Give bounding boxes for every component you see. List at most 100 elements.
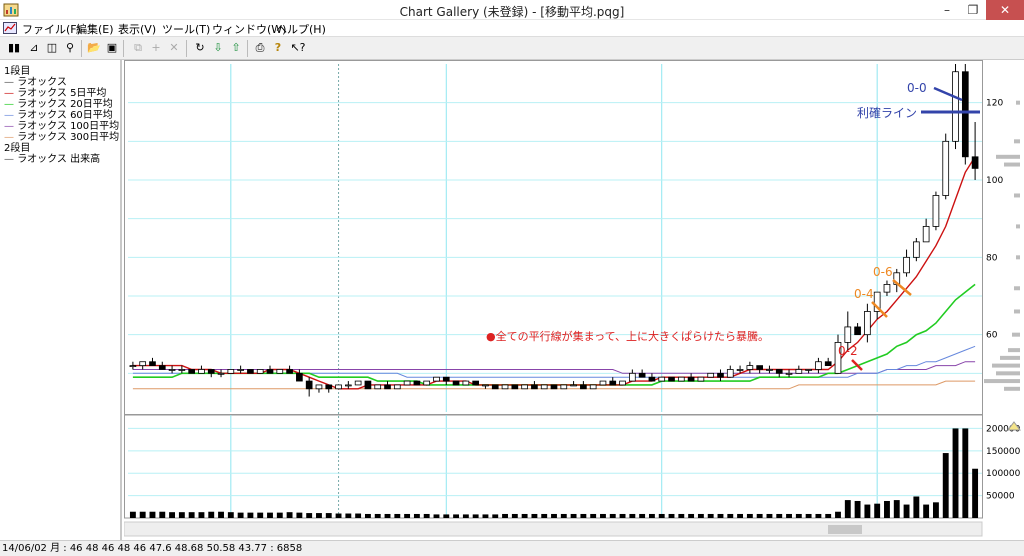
help-icon[interactable]: ?	[270, 40, 286, 56]
candle-body	[648, 376, 656, 382]
price-profile-bar	[1008, 348, 1020, 353]
candle-body	[961, 71, 969, 158]
volume-bar	[619, 513, 626, 518]
binoculars-icon[interactable]: ⚲	[62, 40, 78, 56]
volume-bar	[923, 504, 930, 518]
price-tick-label: 120	[986, 99, 1003, 109]
scrollbar-thumb[interactable]	[828, 525, 862, 534]
candle-body	[335, 384, 342, 390]
candle-body	[345, 384, 352, 387]
candle-body	[188, 369, 195, 374]
price-profile-bar	[1012, 332, 1020, 337]
toolbar-separator	[81, 40, 82, 57]
line-chart-icon[interactable]: ⊿	[26, 40, 42, 56]
candle-body	[149, 361, 156, 367]
legend-item[interactable]: — ラオックス 出来高	[4, 150, 100, 165]
document-icon[interactable]	[3, 22, 17, 34]
annotation-label-02: 0-2	[838, 344, 858, 358]
candle-body	[462, 380, 470, 386]
candle-body	[795, 369, 803, 374]
menu-help[interactable]: ヘルプ(H)	[276, 21, 326, 37]
volume-bar	[325, 513, 332, 518]
volume-bar	[384, 513, 391, 518]
arrow-down-icon[interactable]: ⇩	[210, 40, 226, 56]
candle-body	[305, 380, 313, 390]
volume-bar	[678, 513, 685, 518]
toolbar-separator	[247, 40, 248, 57]
maximize-button[interactable]: ❐	[960, 0, 986, 20]
candle-body	[913, 241, 920, 258]
volume-bar	[746, 513, 753, 518]
menu-file[interactable]: ファイル(F)	[22, 21, 81, 37]
volume-bar	[639, 513, 646, 518]
chart-area[interactable]: 14/0514/0614/0714/0860801001205000010000…	[123, 60, 1024, 540]
candle-body	[668, 376, 675, 382]
volume-bar	[404, 513, 411, 518]
delete-x-icon[interactable]: ✕	[166, 40, 182, 56]
arrow-up-icon[interactable]: ⇧	[228, 40, 244, 56]
volume-bar	[511, 513, 518, 518]
open-folder-icon[interactable]: 📂	[86, 40, 102, 56]
candle-body	[217, 372, 225, 375]
volume-bar	[727, 513, 734, 518]
volume-bar	[423, 513, 430, 518]
annotation-label-00: 0-0	[907, 81, 927, 95]
chart-svg[interactable]: 14/0514/0614/0714/0860801001205000010000…	[123, 60, 1024, 540]
volume-bar	[942, 453, 949, 518]
candle-body	[384, 384, 391, 390]
close-button[interactable]: ✕	[986, 0, 1024, 20]
candle-body	[883, 283, 891, 293]
candle-body	[854, 326, 861, 336]
volume-bar	[355, 513, 362, 518]
minimize-button[interactable]: –	[934, 0, 960, 20]
volume-bar	[169, 512, 176, 518]
annotation-profit-line-label: 利確ライン	[857, 105, 917, 120]
volume-bar	[267, 512, 273, 518]
volume-bar	[600, 513, 606, 518]
volume-bar	[756, 513, 763, 518]
price-profile-bar	[992, 363, 1020, 368]
candle-body	[207, 369, 215, 374]
print-icon[interactable]: ⎙	[252, 40, 268, 56]
series-legend-panel: 1段目 — ラオックス — ラオックス 5日平均 — ラオックス 20日平均 —…	[0, 60, 122, 540]
volume-bar	[658, 513, 665, 518]
volume-bar	[913, 496, 920, 518]
dual-pane-icon[interactable]: ◫	[44, 40, 60, 56]
volume-bar	[786, 513, 792, 518]
volume-bar	[296, 512, 303, 518]
candle-body	[677, 376, 685, 382]
context-help-icon[interactable]: ↖?	[288, 40, 308, 56]
chart-style-icon[interactable]: ▮▮	[6, 40, 22, 56]
candle-body	[540, 384, 548, 390]
save-disk-icon[interactable]: ▣	[104, 40, 120, 56]
refresh-icon[interactable]: ↻	[192, 40, 208, 56]
plus-icon[interactable]: +	[148, 40, 164, 56]
candle-body	[726, 369, 734, 378]
candle-body	[971, 156, 979, 169]
candle-body	[815, 361, 822, 370]
volume-bar	[453, 514, 460, 518]
price-profile-bar	[984, 379, 1020, 384]
menu-tools[interactable]: ツール(T)	[162, 21, 210, 37]
price-profile-bar	[1000, 355, 1020, 360]
volume-bar	[590, 513, 597, 518]
volume-bar	[188, 512, 195, 518]
price-profile-bar	[1014, 309, 1020, 314]
price-profile-bar	[1004, 162, 1020, 167]
candle-body	[922, 225, 930, 243]
copy-icon[interactable]: ⧉	[130, 40, 146, 56]
status-text: 14/06/02 月 : 46 48 46 48 46 47.6 48.68 5…	[2, 543, 303, 554]
volume-bar	[345, 513, 352, 518]
annotation-label-06: 0-6	[873, 265, 893, 279]
price-tick-label: 100	[986, 176, 1003, 186]
candle-body	[903, 256, 910, 274]
volume-bar	[560, 513, 567, 518]
volume-bar	[364, 513, 371, 518]
volume-bar	[815, 513, 822, 518]
candle-body	[550, 384, 558, 390]
candle-body	[736, 369, 744, 371]
menu-view[interactable]: 表示(V)	[118, 21, 156, 37]
candle-body	[139, 361, 147, 367]
legend-label: ラオックス 出来高	[17, 154, 101, 165]
menu-edit[interactable]: 編集(E)	[76, 21, 114, 37]
